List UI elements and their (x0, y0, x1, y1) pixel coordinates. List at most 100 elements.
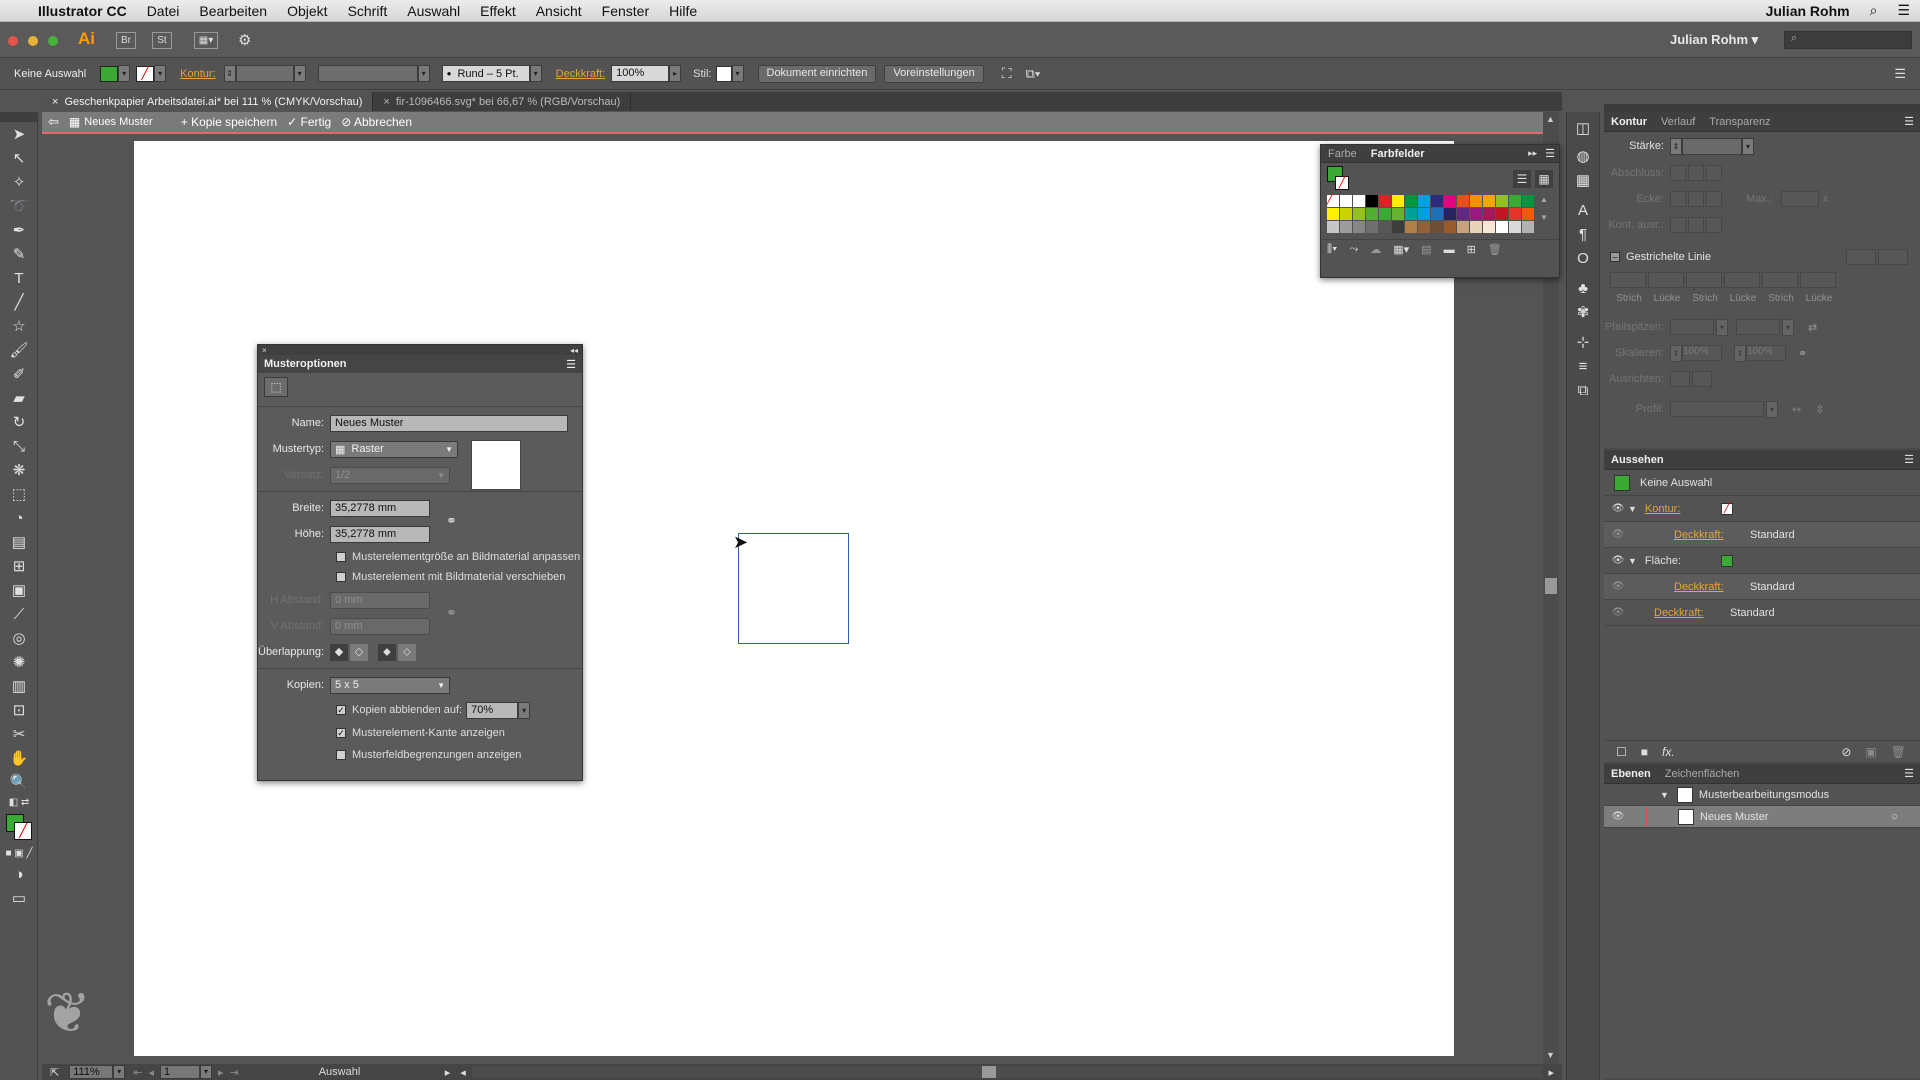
dash-preserve-icon[interactable] (1846, 249, 1876, 265)
corner-miter-icon[interactable] (1670, 191, 1686, 207)
menu-auswahl[interactable]: Auswahl (397, 3, 470, 19)
color-swatch[interactable] (1509, 208, 1521, 220)
save-copy-button[interactable]: + Kopie speichern (181, 115, 277, 129)
overlap-bottom-icon[interactable]: ⬦ (398, 643, 416, 661)
color-swatch[interactable] (1431, 221, 1443, 233)
panel-menu-icon[interactable]: ☰ (566, 358, 576, 371)
aussehen-fill-swatch[interactable] (1720, 554, 1733, 567)
line-tool-icon[interactable]: ╱ (0, 290, 38, 314)
musteroptionen-titlebar[interactable]: × ◂◂ (258, 345, 582, 355)
miter-limit-field[interactable] (1780, 191, 1819, 207)
fit-tile-checkbox[interactable] (336, 552, 346, 562)
swatch-kinds-icon[interactable]: ⤳ (1349, 243, 1358, 256)
tab-geschenkpapier[interactable]: × Geschenkpapier Arbeitsdatei.ai* bei 111… (42, 92, 374, 111)
zoom-tool-icon[interactable]: 🔍 (0, 770, 38, 794)
drawing-modes-icon[interactable]: ◑ (0, 862, 38, 886)
color-swatch[interactable] (1366, 221, 1378, 233)
collapse-icon[interactable]: ◂◂ (570, 346, 578, 355)
dim-copies-checkbox[interactable]: ✓ (336, 705, 346, 715)
color-swatch[interactable] (1340, 195, 1352, 207)
status-mode[interactable]: Auswahl (319, 1066, 445, 1078)
align-inside-icon[interactable] (1688, 217, 1704, 233)
pattern-type-select[interactable]: ▦ Raster ▼ (330, 440, 458, 458)
color-swatch[interactable] (1496, 221, 1508, 233)
pattern-tile-tool-icon[interactable]: ⬚ (264, 377, 288, 397)
color-swatch[interactable] (1353, 221, 1365, 233)
aussehen-title[interactable]: Aussehen (1604, 454, 1671, 466)
color-swatch[interactable] (1509, 221, 1521, 233)
blob-brush-tool-icon[interactable]: ✐ (0, 362, 38, 386)
close-icon[interactable]: × (262, 346, 267, 355)
eye-icon[interactable]: 👁 (1608, 581, 1628, 592)
aussehen-flaeche-deckkraft-link[interactable]: Deckkraft: (1674, 581, 1750, 593)
color-swatch[interactable] (1418, 208, 1430, 220)
bridge-button[interactable]: Br (116, 32, 136, 49)
mesh-tool-icon[interactable]: ⊞ (0, 554, 38, 578)
next-page-icon[interactable]: ▸ (218, 1066, 224, 1079)
height-input[interactable]: 35,2778 mm (330, 525, 430, 543)
fx-button[interactable]: fx. (1662, 745, 1675, 759)
pen-tool-icon[interactable]: ✒ (0, 218, 38, 242)
profile-select-dropdown[interactable]: ▾ (1766, 400, 1778, 418)
scale-end-stepper[interactable]: ⇕ (1734, 344, 1746, 362)
color-swatch[interactable] (1340, 221, 1352, 233)
hand-tool-icon[interactable]: ✋ (0, 746, 38, 770)
stroke-color-swatch[interactable]: ╱ (136, 65, 155, 82)
spotlight-search-icon[interactable]: ⌕ (1860, 2, 1888, 19)
color-swatch[interactable] (1340, 208, 1352, 220)
menu-fenster[interactable]: Fenster (592, 3, 659, 19)
tab-close-icon[interactable]: × (383, 96, 389, 108)
aussehen-kontur-deckkraft-link[interactable]: Deckkraft: (1674, 529, 1750, 541)
menu-bearbeiten[interactable]: Bearbeiten (189, 3, 277, 19)
gpu-performance-icon[interactable]: ⚙ (238, 31, 251, 49)
tab-verlauf[interactable]: Verlauf (1654, 116, 1702, 128)
arrowhead-start-dropdown[interactable]: ▾ (1716, 318, 1728, 336)
menu-hilfe[interactable]: Hilfe (659, 3, 707, 19)
panel-collapse-icon[interactable]: ▸▸ (1528, 148, 1537, 159)
eye-icon[interactable]: 👁 (1608, 555, 1628, 566)
color-swatch[interactable] (1392, 221, 1404, 233)
color-swatch[interactable] (1405, 208, 1417, 220)
brushes-panel-icon[interactable]: ✾ (1567, 300, 1599, 324)
star-tool-icon[interactable]: ☆ (0, 314, 38, 338)
arrowhead-start-select[interactable] (1670, 319, 1714, 335)
scale-start-field[interactable]: 100% (1682, 345, 1722, 361)
overlap-left-icon[interactable]: ◆ (330, 643, 348, 661)
swatches-stroke-box[interactable]: ╱ (1335, 176, 1349, 190)
expand-arrow-icon[interactable]: ▼ (1628, 556, 1637, 566)
tab-farbe[interactable]: Farbe (1321, 148, 1364, 160)
gap-field-2[interactable] (1724, 272, 1760, 288)
stroke-weight-field[interactable] (235, 65, 294, 82)
isolate-object-icon[interactable]: ⛶ (1002, 65, 1012, 82)
default-colors-icon[interactable]: ◧ ⇄ (0, 794, 38, 810)
type-tool-icon[interactable]: T (0, 266, 38, 290)
duplicate-item-icon[interactable]: ▣ (1865, 745, 1876, 759)
move-tile-checkbox[interactable] (336, 572, 346, 582)
panel-menu-icon[interactable]: ☰ (1904, 767, 1914, 780)
screen-mode-icon[interactable]: ▭ (0, 886, 38, 910)
notification-list-icon[interactable]: ☰ (1887, 2, 1920, 19)
color-swatch[interactable] (1418, 195, 1430, 207)
color-swatch[interactable] (1418, 221, 1430, 233)
add-stroke-icon[interactable]: ☐ (1616, 745, 1627, 759)
control-bar-menu-icon[interactable]: ☰ (1894, 66, 1906, 82)
delete-item-icon[interactable]: 🗑 (1891, 745, 1906, 759)
workspace-user[interactable]: Julian Rohm ▾ (1670, 32, 1758, 48)
color-swatch[interactable] (1392, 195, 1404, 207)
color-swatch[interactable] (1457, 195, 1469, 207)
brush-dropdown[interactable]: ▾ (529, 65, 542, 82)
artboard-tool-icon[interactable]: ⊡ (0, 698, 38, 722)
expand-arrow-icon[interactable]: ▼ (1628, 504, 1637, 514)
opacity-arrow[interactable]: ▸ (669, 65, 682, 82)
shape-builder-tool-icon[interactable]: ◔ (0, 506, 38, 530)
free-transform-tool-icon[interactable]: ⬚ (0, 482, 38, 506)
color-swatch[interactable] (1470, 195, 1482, 207)
last-page-icon[interactable]: ⇥ (230, 1066, 239, 1079)
scale-tool-icon[interactable]: ⤡ (0, 434, 38, 458)
align-panel-icon[interactable]: ≡ (1567, 354, 1599, 378)
color-swatch[interactable] (1470, 221, 1482, 233)
aussehen-stroke-swatch[interactable]: ╱ (1720, 502, 1733, 515)
color-swatch[interactable] (1457, 208, 1469, 220)
eye-icon[interactable]: 👁 (1608, 811, 1628, 822)
menu-effekt[interactable]: Effekt (470, 3, 526, 19)
